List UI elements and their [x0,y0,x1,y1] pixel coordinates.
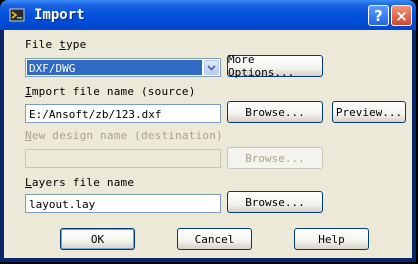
import-browse-button[interactable]: Browse... [227,101,323,123]
file-type-value: DXF/DWG [27,60,202,75]
layers-browse-button[interactable]: Browse... [227,191,323,213]
import-file-input[interactable]: E:/Ansoft/zb/123.dxf [25,104,221,123]
more-options-button[interactable]: More Options... [227,53,323,79]
import-dialog: Import ? × File type DXF/DWG More Option… [0,0,416,262]
cancel-button[interactable]: Cancel [177,228,252,250]
file-type-label: File type [25,38,87,51]
layers-file-label: Layers file name [25,176,135,189]
help-button[interactable]: Help [294,228,369,250]
ok-button[interactable]: OK [60,228,135,250]
chevron-down-icon[interactable] [204,60,219,75]
import-file-label: Import file name (source) [25,85,196,98]
app-icon [9,8,25,22]
preview-button[interactable]: Preview... [332,101,406,123]
title-bar[interactable]: Import ? × [0,0,416,30]
title-help-button[interactable]: ? [368,5,389,26]
window-title: Import [34,7,85,23]
title-close-button[interactable]: × [391,5,412,26]
design-browse-button[interactable]: Browse... [227,147,323,169]
layers-file-input[interactable]: layout.lay [25,194,221,213]
design-name-label: New design name (destination) [25,129,223,142]
design-name-input[interactable] [25,149,221,168]
dialog-body: File type DXF/DWG More Options... Import… [4,30,412,258]
file-type-select[interactable]: DXF/DWG [25,58,221,77]
